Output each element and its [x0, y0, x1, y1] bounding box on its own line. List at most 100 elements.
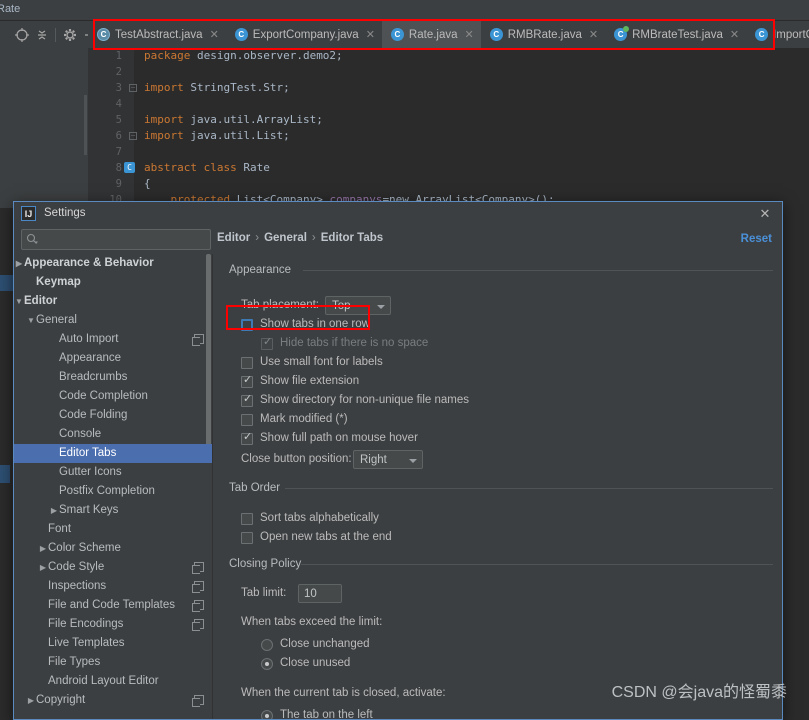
breadcrumb-item-editor[interactable]: Editor: [217, 232, 250, 244]
tree-item-keymap[interactable]: Keymap: [14, 273, 212, 292]
tree-item-editor[interactable]: ▼ Editor: [14, 292, 212, 311]
tree-item-inspections[interactable]: Inspections: [14, 577, 212, 596]
chevron-right-icon[interactable]: ▶: [26, 691, 36, 710]
checkbox-box[interactable]: [241, 414, 253, 426]
tree-item-file-encodings[interactable]: File Encodings: [14, 615, 212, 634]
tab-placement-label: Tab placement:: [241, 299, 319, 311]
tree-item-general[interactable]: ▼ General: [14, 311, 212, 330]
radio-box[interactable]: [261, 658, 273, 670]
tab-close-icon[interactable]: ✕: [210, 28, 219, 41]
tab-limit-input[interactable]: 10: [298, 584, 342, 603]
when-tabs-exceed-limit-label: When tabs exceed the limit:: [241, 616, 383, 628]
tree-item-smart-keys[interactable]: ▶ Smart Keys: [14, 501, 212, 520]
close-button-position-select[interactable]: Right: [353, 450, 423, 469]
tab-close-icon[interactable]: ✕: [589, 28, 598, 41]
collapse-all-icon[interactable]: [34, 27, 50, 43]
radio-box[interactable]: [261, 710, 273, 719]
settings-tree[interactable]: ▶ Appearance & Behavior Keymap ▼ Editor ▼ Gene…: [14, 254, 212, 719]
editor-tab-rmbratetest-java[interactable]: C RMBrateTest.java ✕: [605, 21, 746, 48]
chevron-right-icon[interactable]: ▶: [38, 558, 48, 577]
tab-limit-label: Tab limit:: [241, 587, 287, 599]
checkbox-box[interactable]: [241, 374, 253, 388]
editor-tab-exportcompany-java[interactable]: C ExportCompany.java ✕: [226, 21, 382, 48]
editor-tab-testabstract-java[interactable]: C TestAbstract.java ✕: [88, 21, 226, 48]
tree-item-live-templates[interactable]: Live Templates: [14, 634, 212, 653]
tree-item-font[interactable]: Font: [14, 520, 212, 539]
tree-item-label: Breadcrumbs: [59, 371, 128, 383]
intellij-logo-icon: IJ: [21, 206, 36, 221]
chevron-down-icon[interactable]: ▼: [26, 311, 36, 330]
tree-item-label: File and Code Templates: [48, 599, 175, 611]
tree-item-file-and-code-templates[interactable]: File and Code Templates: [14, 596, 212, 615]
tree-item-console[interactable]: Console: [14, 425, 212, 444]
tree-item-label: File Types: [48, 656, 101, 668]
copy-settings-icon[interactable]: [192, 562, 204, 574]
checkbox-box[interactable]: [241, 319, 253, 331]
copy-settings-icon[interactable]: [192, 581, 204, 593]
tree-item-copyright[interactable]: ▶ Copyright: [14, 691, 212, 710]
editor-tab-rmbrate-java[interactable]: C RMBRate.java ✕: [481, 21, 605, 48]
tab-close-icon[interactable]: ✕: [465, 28, 474, 41]
tree-item-color-scheme[interactable]: ▶ Color Scheme: [14, 539, 212, 558]
copy-settings-icon[interactable]: [192, 600, 204, 612]
editor-tab-rate-java[interactable]: C Rate.java ✕: [381, 21, 481, 48]
editor-tab-label: Rate.java: [408, 28, 458, 41]
tree-item-auto-import[interactable]: Auto Import: [14, 330, 212, 349]
tree-item-gutter-icons[interactable]: Gutter Icons: [14, 463, 212, 482]
tree-item-code-completion[interactable]: Code Completion: [14, 387, 212, 406]
checkbox-box[interactable]: [241, 431, 253, 445]
breadcrumb-item-general[interactable]: General: [264, 232, 307, 244]
editor-splitter[interactable]: [84, 95, 87, 155]
settings-gear-icon[interactable]: [62, 27, 78, 43]
code-editor[interactable]: 1 package design.observer.demo2; 2 3− import…: [88, 48, 809, 208]
gutter-class-marker-icon[interactable]: C: [124, 162, 135, 173]
tree-item-label: Editor Tabs: [59, 447, 117, 459]
tree-item-label: Color Scheme: [48, 542, 121, 554]
group-appearance-line: [303, 270, 773, 271]
copy-settings-icon[interactable]: [192, 619, 204, 631]
checkbox-box[interactable]: [261, 336, 273, 350]
tree-item-appearance-behavior[interactable]: ▶ Appearance & Behavior: [14, 254, 212, 273]
checkbox-box[interactable]: [241, 513, 253, 525]
tree-item-editor-tabs[interactable]: Editor Tabs: [14, 444, 212, 463]
tree-item-file-types[interactable]: File Types: [14, 653, 212, 672]
editor-tab-importcompany-java[interactable]: CImportCompany.java✕: [746, 21, 809, 48]
checkbox-box[interactable]: [241, 393, 253, 407]
locate-icon[interactable]: [14, 27, 30, 43]
tab-placement-select[interactable]: Top: [325, 296, 391, 315]
chevron-right-icon[interactable]: ▶: [14, 254, 24, 273]
checkbox-label: Show tabs in one row: [260, 318, 370, 330]
checkbox-box[interactable]: [241, 357, 253, 369]
tab-close-icon[interactable]: ✕: [730, 28, 739, 41]
checkbox-box[interactable]: [241, 532, 253, 544]
toolbar-separator: [55, 28, 56, 42]
tree-item-android-layout-editor[interactable]: Android Layout Editor: [14, 672, 212, 691]
chevron-right-icon[interactable]: ▶: [38, 539, 48, 558]
code-fold-icon[interactable]: −: [129, 132, 137, 140]
copy-settings-icon[interactable]: [192, 695, 204, 707]
copy-settings-icon[interactable]: [192, 334, 204, 346]
radio-box[interactable]: [261, 639, 273, 651]
tree-item-appearance[interactable]: Appearance: [14, 349, 212, 368]
tree-item-code-folding[interactable]: Code Folding: [14, 406, 212, 425]
radio-label: Close unchanged: [280, 638, 370, 650]
code-line: 1 package design.observer.demo2;: [88, 48, 809, 64]
tool-window-accent: [0, 275, 13, 291]
tree-item-postfix-completion[interactable]: Postfix Completion: [14, 482, 212, 501]
close-icon[interactable]: ✕: [757, 206, 773, 222]
search-input[interactable]: [21, 229, 211, 250]
group-closing-policy-line: [301, 564, 773, 565]
tree-item-label: Auto Import: [59, 333, 119, 345]
reset-button[interactable]: Reset: [741, 233, 772, 245]
chevron-right-icon[interactable]: ▶: [49, 501, 59, 520]
editor-tabs-settings-pane: Appearance Tab placement: Top Show tabs …: [213, 254, 782, 719]
tree-item-code-style[interactable]: ▶ Code Style: [14, 558, 212, 577]
checkbox-label: Open new tabs at the end: [260, 531, 392, 543]
tree-item-breadcrumbs[interactable]: Breadcrumbs: [14, 368, 212, 387]
settings-dialog: IJ Settings ✕ Editor › General › Editor …: [13, 201, 783, 720]
code-fold-icon[interactable]: −: [129, 84, 137, 92]
settings-search[interactable]: [21, 229, 211, 250]
chevron-down-icon[interactable]: ▼: [14, 292, 24, 311]
breadcrumb: Editor › General › Editor Tabs: [217, 232, 383, 244]
tab-close-icon[interactable]: ✕: [366, 28, 375, 41]
